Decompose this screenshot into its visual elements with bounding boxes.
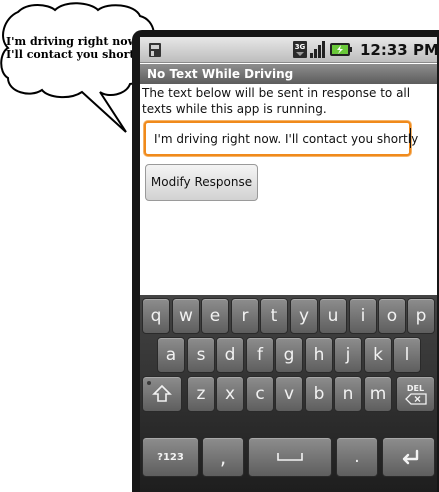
app-title-bar: No Text While Driving	[140, 64, 437, 84]
backspace-icon	[404, 392, 427, 405]
key-n[interactable]: n	[334, 376, 362, 412]
response-text-input[interactable]: I'm driving right now. I'll contact you …	[144, 121, 418, 156]
key-p[interactable]: p	[407, 298, 435, 334]
key-g[interactable]: g	[275, 337, 303, 373]
delete-key[interactable]: DEL	[396, 376, 435, 412]
key-period[interactable]: .	[336, 437, 378, 477]
bubble-text-line-2: I'll contact you shortly	[6, 48, 146, 61]
modify-response-button-label: Modify Response	[150, 175, 253, 189]
enter-arrow-icon	[402, 449, 418, 465]
key-k[interactable]: k	[364, 337, 392, 373]
text-cursor	[410, 128, 411, 148]
signal-strength-icon	[310, 41, 325, 58]
sd-card-icon	[149, 43, 161, 57]
status-bar: 3G 12:33 PM	[140, 37, 437, 63]
enter-key[interactable]	[382, 437, 435, 477]
description-text: The text below will be sent in response …	[142, 86, 411, 116]
status-time: 12:33 PM	[360, 41, 437, 59]
network-3g-icon: 3G	[293, 41, 307, 58]
key-z[interactable]: z	[187, 376, 215, 412]
space-bar-icon	[277, 453, 303, 461]
key-b[interactable]: b	[305, 376, 333, 412]
shift-key[interactable]	[142, 376, 182, 412]
key-d[interactable]: d	[216, 337, 244, 373]
soft-keyboard: q w e r t y u i o p a s d f g h j k l z …	[140, 295, 437, 492]
bubble-text-line-1: I'm driving right now	[6, 35, 138, 48]
key-m[interactable]: m	[364, 376, 392, 412]
response-text-value: I'm driving right now. I'll contact you …	[154, 132, 419, 146]
key-w[interactable]: w	[172, 298, 200, 334]
key-t[interactable]: t	[260, 298, 288, 334]
key-e[interactable]: e	[201, 298, 229, 334]
phone-screen: 3G 12:33 PM No Text While Driving The te…	[140, 37, 437, 492]
key-x[interactable]: x	[216, 376, 244, 412]
shift-indicator-dot	[147, 381, 151, 385]
network-3g-label: 3G	[295, 43, 306, 51]
key-r[interactable]: r	[231, 298, 259, 334]
key-o[interactable]: o	[378, 298, 406, 334]
key-y[interactable]: y	[290, 298, 318, 334]
modify-response-button[interactable]: Modify Response	[145, 164, 258, 201]
key-u[interactable]: u	[319, 298, 347, 334]
symbols-key[interactable]: ?123	[142, 437, 199, 477]
space-key[interactable]	[248, 437, 332, 477]
key-l[interactable]: l	[393, 337, 421, 373]
key-f[interactable]: f	[246, 337, 274, 373]
key-j[interactable]: j	[334, 337, 362, 373]
shift-arrow-icon	[152, 384, 172, 402]
key-a[interactable]: a	[157, 337, 185, 373]
key-q[interactable]: q	[142, 298, 170, 334]
battery-charging-icon	[330, 43, 352, 56]
key-c[interactable]: c	[246, 376, 274, 412]
key-comma[interactable]: ,	[202, 437, 244, 477]
key-i[interactable]: i	[349, 298, 377, 334]
key-h[interactable]: h	[305, 337, 333, 373]
delete-key-label: DEL	[406, 383, 425, 393]
app-title: No Text While Driving	[147, 67, 294, 81]
key-s[interactable]: s	[187, 337, 215, 373]
key-v[interactable]: v	[275, 376, 303, 412]
